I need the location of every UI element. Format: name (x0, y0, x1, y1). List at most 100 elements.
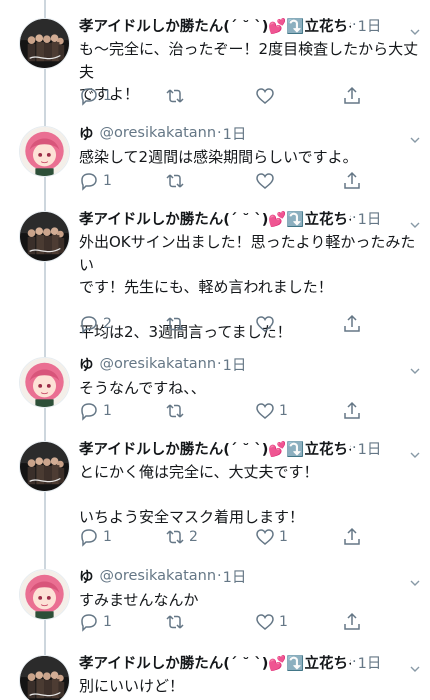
avatar-idol-image (20, 442, 69, 491)
separator-dot: · (352, 210, 357, 226)
chevron-down-icon[interactable] (410, 572, 420, 586)
tweet-text: 感染して2週間は感染期間らしいですよ。 (79, 148, 358, 166)
separator-dot: · (217, 356, 222, 372)
reply-button[interactable]: 1 (79, 526, 112, 548)
share-button[interactable] (342, 400, 362, 422)
like-button[interactable]: 1 (255, 400, 288, 422)
share-button[interactable] (342, 526, 362, 548)
retweet-button[interactable] (165, 85, 189, 107)
retweet-count: 2 (189, 529, 198, 545)
tweet-header: 孝アイドルしか勝たん(ˊ ˘ ˋ)💕⤵️立花ちゃ… · 1日 (79, 438, 420, 458)
tweet-actions: 2 (79, 313, 379, 335)
share-button[interactable] (342, 85, 362, 107)
avatar[interactable] (19, 357, 70, 408)
like-button[interactable]: 1 (255, 611, 288, 633)
timestamp[interactable]: 1日 (358, 208, 382, 229)
avatar-idol-image (20, 212, 69, 261)
tweet-text: 別にいいけど！ (79, 677, 185, 695)
separator-dot: · (352, 17, 357, 33)
like-button[interactable] (255, 313, 279, 335)
separator-dot: · (217, 125, 222, 141)
retweet-icon (165, 401, 185, 421)
share-button[interactable] (342, 170, 362, 192)
reply-count: 1 (103, 614, 112, 630)
chevron-down-icon[interactable] (410, 214, 420, 228)
chevron-down-icon[interactable] (410, 444, 420, 458)
author-name[interactable]: 孝アイドルしか勝たん(ˊ ˘ ˋ)💕⤵️立花ちゃ… (79, 208, 351, 229)
retweet-icon (165, 612, 185, 632)
reply-count: 1 (103, 88, 112, 104)
separator-dot: · (217, 568, 222, 584)
timestamp[interactable]: 1日 (223, 354, 247, 375)
author-name[interactable]: 孝アイドルしか勝たん(ˊ ˘ ˋ)💕⤵️立花ちゃ… (79, 438, 351, 459)
heart-icon (255, 401, 275, 421)
like-button[interactable]: 1 (255, 526, 288, 548)
share-icon (342, 612, 362, 632)
author-handle[interactable]: @oresikakatann (100, 568, 217, 584)
author-handle[interactable]: @oresikakatann (100, 125, 217, 141)
tweet-header: ゆ @oresikakatann · 1日 (79, 566, 420, 586)
tweet-text: そうなんですね、、 (79, 379, 206, 397)
share-icon (342, 171, 362, 191)
like-button[interactable] (255, 85, 279, 107)
reply-count: 1 (103, 529, 112, 545)
chevron-down-icon[interactable] (410, 129, 420, 143)
timestamp[interactable]: 1日 (358, 438, 382, 459)
retweet-button[interactable]: 2 (165, 526, 198, 548)
reply-icon (79, 527, 99, 547)
avatar[interactable] (19, 441, 70, 492)
avatar-pink-hair-image (20, 570, 69, 619)
tweet-header: 孝アイドルしか勝たん(ˊ ˘ ˋ)💕⤵️立花ちゃ… · 1日 (79, 15, 420, 35)
author-handle[interactable]: @oresikakatann (100, 356, 217, 372)
avatar[interactable] (19, 655, 70, 700)
retweet-icon (165, 171, 185, 191)
share-icon (342, 86, 362, 106)
retweet-button[interactable] (165, 170, 189, 192)
like-button[interactable] (255, 170, 279, 192)
timestamp[interactable]: 1日 (358, 15, 382, 36)
avatar-pink-hair-image (20, 358, 69, 407)
chevron-down-icon[interactable] (410, 658, 420, 672)
reply-count: 2 (103, 316, 112, 332)
author-name[interactable]: ゆ (79, 123, 94, 144)
retweet-button[interactable] (165, 611, 189, 633)
share-button[interactable] (342, 611, 362, 633)
timestamp[interactable]: 1日 (358, 652, 382, 673)
reply-button[interactable]: 1 (79, 85, 112, 107)
reply-icon (79, 314, 99, 334)
retweet-button[interactable] (165, 400, 189, 422)
reply-button[interactable]: 1 (79, 170, 112, 192)
reply-button[interactable]: 1 (79, 611, 112, 633)
reply-icon (79, 171, 99, 191)
avatar[interactable] (19, 569, 70, 620)
tweet-header: ゆ @oresikakatann · 1日 (79, 123, 420, 143)
tweet-actions: 1 (79, 85, 379, 107)
retweet-button[interactable] (165, 313, 189, 335)
timestamp[interactable]: 1日 (223, 123, 247, 144)
author-name[interactable]: ゆ (79, 566, 94, 587)
tweet-text: すみませんなんか (79, 591, 199, 609)
reply-icon (79, 86, 99, 106)
author-name[interactable]: ゆ (79, 354, 94, 375)
heart-icon (255, 171, 275, 191)
tweet-actions: 1 (79, 170, 379, 192)
share-button[interactable] (342, 313, 362, 335)
avatar[interactable] (19, 126, 70, 177)
chevron-down-icon[interactable] (410, 21, 420, 35)
avatar[interactable] (19, 18, 70, 69)
tweet-actions: 1 2 1 (79, 526, 379, 548)
like-count: 1 (279, 614, 288, 630)
reply-button[interactable]: 1 (79, 400, 112, 422)
reply-button[interactable]: 2 (79, 313, 112, 335)
avatar-pink-hair-image (20, 127, 69, 176)
author-name[interactable]: 孝アイドルしか勝たん(ˊ ˘ ˋ)💕⤵️立花ちゃ… (79, 15, 351, 36)
share-icon (342, 527, 362, 547)
tweet-text: とにかく俺は完全に、大丈夫です！ いちよう安全マスク着用します！ (79, 463, 319, 526)
reply-count: 1 (103, 173, 112, 189)
heart-icon (255, 86, 275, 106)
reply-count: 1 (103, 403, 112, 419)
timestamp[interactable]: 1日 (223, 566, 247, 587)
avatar[interactable] (19, 211, 70, 262)
author-name[interactable]: 孝アイドルしか勝たん(ˊ ˘ ˋ)💕⤵️立花ちゃ… (79, 652, 351, 673)
chevron-down-icon[interactable] (410, 360, 420, 374)
